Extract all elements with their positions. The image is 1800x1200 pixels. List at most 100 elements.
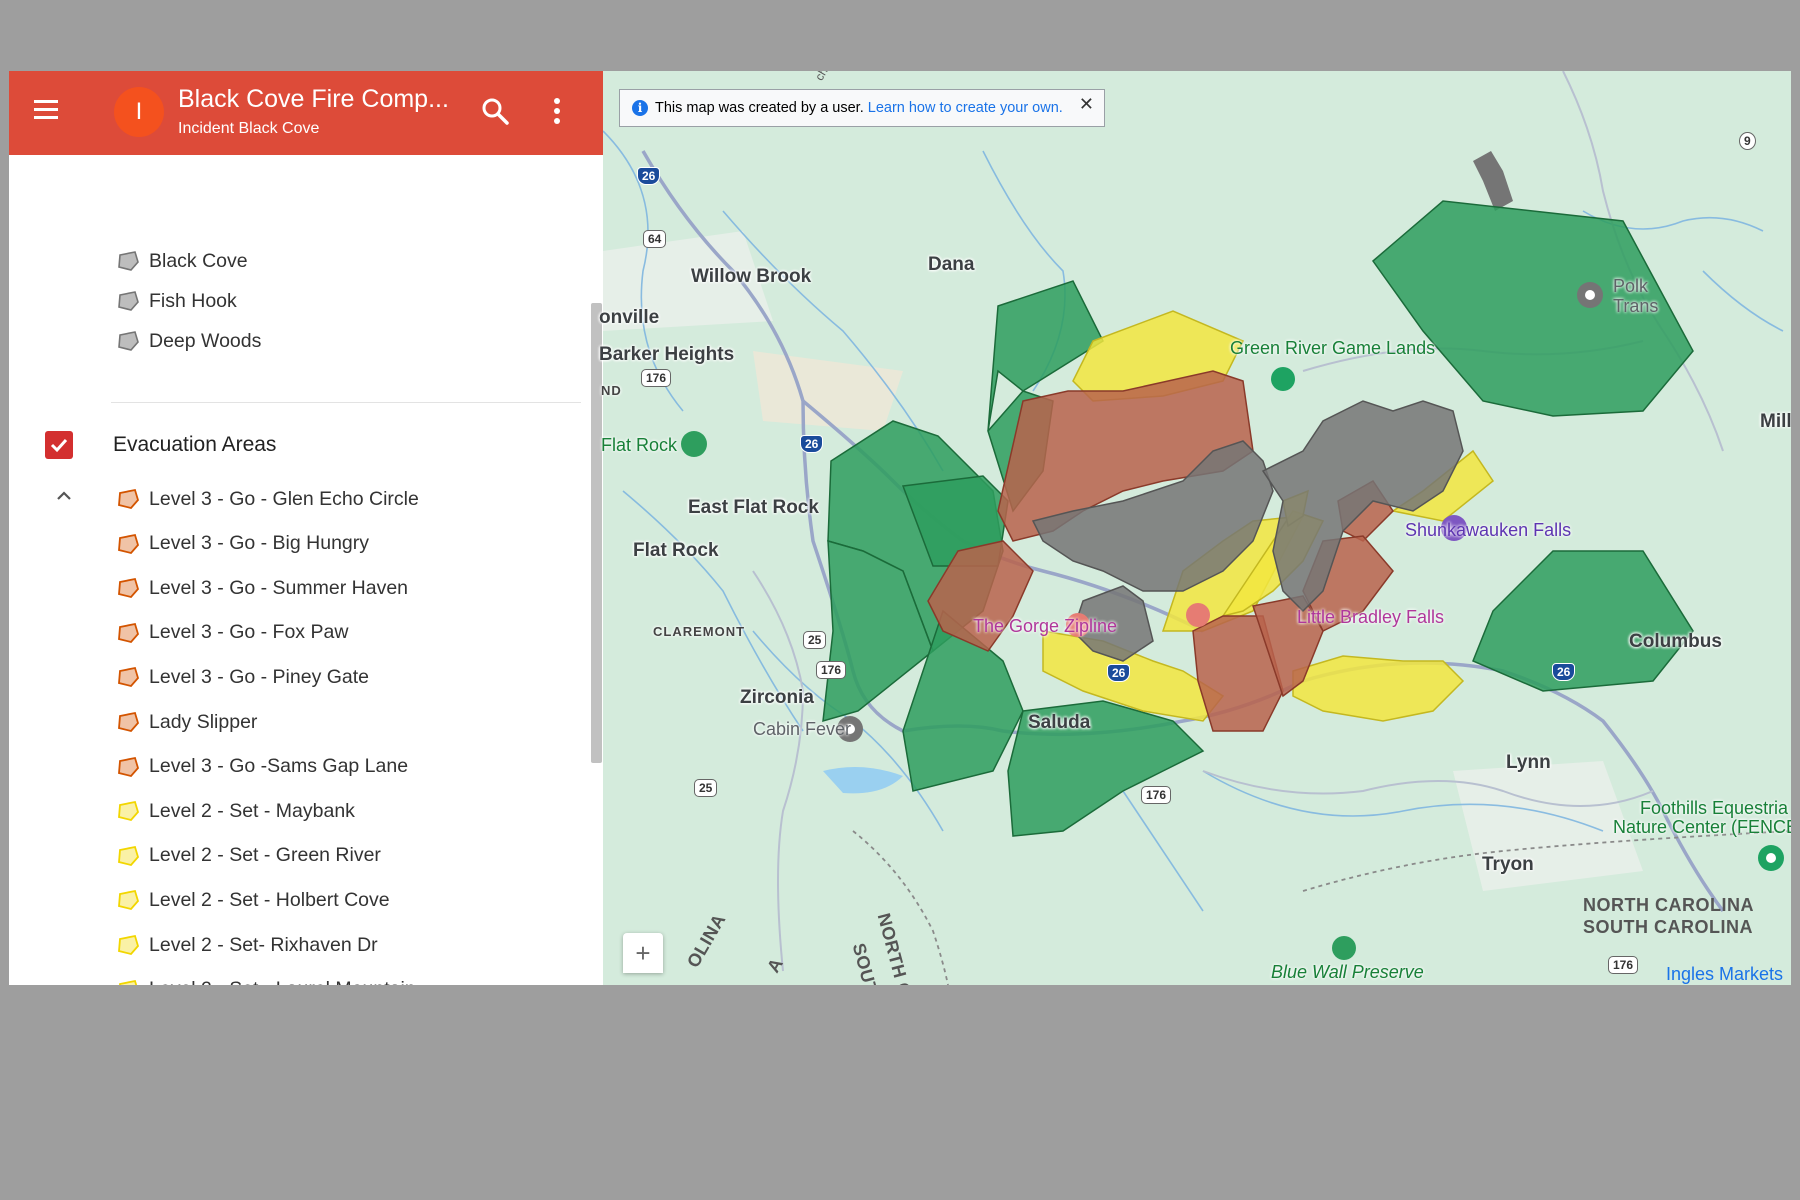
polygon-icon [118, 622, 140, 643]
legend-item[interactable]: Level 3 - Go - Big Hungry [115, 526, 369, 562]
legend-item[interactable]: Level 3 - Go - Glen Echo Circle [115, 481, 419, 517]
town-columbus: Columbus [1629, 631, 1722, 652]
route-shield: 25 [694, 779, 718, 797]
user-map-notice: i This map was created by a user. Learn … [619, 89, 1105, 127]
more-vert-icon [554, 98, 560, 124]
poi-polk-trans[interactable]: Polk Trans [1613, 276, 1658, 316]
search-button[interactable] [479, 95, 511, 127]
map-canvas[interactable]: Willow Brook Dana onville Barker Heights… [599, 71, 1791, 985]
town-dana: Dana [928, 254, 975, 275]
zoom-in-button[interactable]: + [623, 933, 663, 973]
learn-more-link[interactable]: Learn how to create your own. [868, 100, 1063, 116]
legend-item[interactable]: Deep Woods [115, 323, 261, 359]
more-options-button[interactable] [547, 95, 567, 127]
legend-item-label: Level 2 - Set - Laurel Mountain [149, 978, 416, 985]
town-claremont: CLAREMONT [653, 624, 746, 639]
scrollbar-thumb[interactable] [591, 303, 602, 763]
legend-item-label: Level 2 - Set - Green River [149, 844, 381, 867]
legend-item-label: Level 3 - Go - Big Hungry [149, 532, 370, 555]
polygon-icon [118, 979, 138, 985]
legend-item[interactable]: Fish Hook [115, 283, 237, 319]
route-shield: 9 [1739, 132, 1756, 150]
route-shield: 26 [1107, 664, 1131, 682]
town-onville: onville [599, 307, 660, 328]
poi-gorge-zipline[interactable]: The Gorge Zipline [973, 616, 1117, 637]
town-flat-rock: Flat Rock [633, 540, 719, 561]
route-shield: 176 [641, 369, 672, 387]
state-south-carolina: SOUTH CAROLINA [1583, 917, 1753, 937]
avatar[interactable]: I [114, 87, 164, 137]
collapse-layer-button[interactable] [53, 485, 75, 507]
legend-item[interactable]: Level 2 - Set- Rixhaven Dr [115, 927, 378, 963]
polygon-icon [118, 711, 140, 733]
poi-green-river-game-lands[interactable]: Green River Game Lands [1230, 338, 1435, 359]
legend-item-label: Level 3 - Go - Piney Gate [149, 665, 370, 688]
checkmark-icon [50, 438, 68, 453]
poi-little-bradley-falls[interactable]: Little Bradley Falls [1297, 607, 1444, 628]
notice-text: This map was created by a user. [655, 100, 864, 116]
legend-item[interactable]: Level 2 - Set - Holbert Cove [115, 882, 390, 918]
poi-blue-wall-preserve[interactable]: Blue Wall Preserve [1271, 962, 1424, 983]
polygon-icon [118, 890, 140, 911]
legend-item[interactable]: Level 3 - Go - Fox Paw [115, 615, 348, 651]
legend-item-label: Level 3 - Go - Glen Echo Circle [149, 487, 419, 510]
legend-item[interactable]: Level 2 - Set - Green River [115, 838, 381, 874]
town-zirconia: Zirconia [740, 687, 814, 708]
legend-item[interactable]: Level 2 - Set - Laurel Mountain [115, 972, 416, 985]
legend-item[interactable]: Lady Slipper [115, 704, 257, 740]
close-icon[interactable]: ✕ [1079, 94, 1094, 115]
layer-checkbox[interactable] [45, 431, 73, 459]
legend-item-label: Level 3 - Go - Fox Paw [149, 621, 349, 644]
town-willow-brook: Willow Brook [691, 266, 812, 287]
polygon-icon [118, 488, 140, 510]
menu-button[interactable] [31, 95, 61, 125]
legend-item-label: Level 3 - Go -Sams Gap Lane [149, 755, 409, 778]
chevron-up-icon [57, 491, 71, 500]
layer-title: Evacuation Areas [113, 433, 277, 456]
poi-cabin-fever[interactable]: Cabin Fever [753, 719, 851, 740]
poi-foothills-2[interactable]: Nature Center (FENCE [1613, 817, 1791, 838]
route-shield: 176 [1608, 956, 1639, 974]
poi-foothills-1[interactable]: Foothills Equestria [1640, 798, 1788, 819]
map-base-svg [603, 71, 1791, 985]
legend-item[interactable]: Level 3 - Go -Sams Gap Lane [115, 749, 408, 785]
town-mill: Mill [1760, 411, 1791, 432]
route-shield: 176 [816, 661, 847, 679]
town-lynn: Lynn [1506, 752, 1551, 773]
legend-panel: Black Cove Fish Hook Deep Woods Evacuati… [9, 155, 603, 985]
polygon-icon [118, 934, 140, 956]
legend-item-label: Level 2 - Set - Maybank [149, 799, 355, 822]
town-nd: ND [601, 383, 622, 398]
route-shield: 64 [643, 230, 667, 248]
polygon-icon [118, 533, 140, 554]
legend-item[interactable]: Level 3 - Go - Summer Haven [115, 570, 408, 606]
legend-item-label: Deep Woods [149, 329, 262, 352]
app-frame: I Black Cove Fire Comp... Incident Black… [9, 71, 1791, 985]
map-subtitle: Incident Black Cove [178, 120, 320, 137]
legend-item[interactable]: Level 2 - Set - Maybank [115, 793, 355, 829]
polygon-icon [118, 667, 140, 688]
route-shield: 26 [637, 167, 661, 185]
town-tryon: Tryon [1482, 854, 1534, 875]
poi-flat-rock[interactable]: Flat Rock [601, 435, 677, 456]
app-header: I Black Cove Fire Comp... Incident Black… [9, 71, 603, 155]
poi-ingles-markets[interactable]: Ingles Markets [1666, 964, 1783, 985]
town-east-flat-rock: East Flat Rock [688, 497, 819, 518]
town-barker-heights: Barker Heights [599, 344, 735, 365]
route-shield: 25 [803, 631, 827, 649]
legend-item-label: Level 2 - Set- Rixhaven Dr [149, 933, 378, 956]
polygon-icon [118, 756, 140, 777]
legend-item[interactable]: Black Cove [115, 243, 248, 279]
divider [111, 402, 581, 403]
scrollbar[interactable] [588, 155, 603, 985]
legend-item[interactable]: Level 3 - Go - Piney Gate [115, 659, 369, 695]
gray-polygon-icon [118, 291, 139, 311]
state-north-carolina: NORTH CAROLINA [1583, 895, 1754, 915]
legend-item-label: Level 2 - Set - Holbert Cove [149, 888, 390, 911]
info-icon: i [632, 100, 648, 116]
poi-shunkawauken-falls[interactable]: Shunkawauken Falls [1405, 520, 1571, 541]
route-shield: 26 [1552, 663, 1576, 681]
gray-polygon-icon [118, 251, 139, 271]
polygon-icon [118, 578, 140, 599]
route-shield: 26 [800, 435, 824, 453]
